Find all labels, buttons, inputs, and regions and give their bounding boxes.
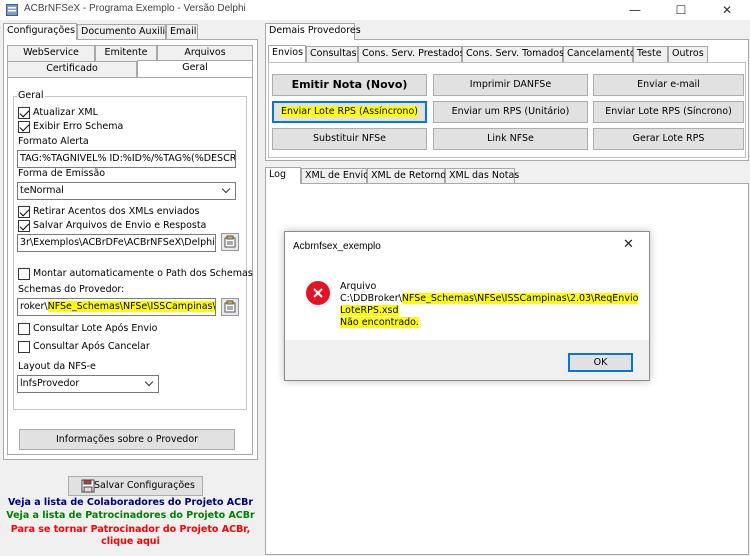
enviar-rps-unitario-button[interactable]: Enviar um RPS (Unitário) xyxy=(433,101,588,123)
dialog-file-name: LoteRPS.xsd xyxy=(340,305,399,316)
maximize-button[interactable]: ☐ xyxy=(658,0,704,20)
tab-outros[interactable]: Outros xyxy=(668,46,708,62)
geral-group-title: Geral xyxy=(17,90,45,101)
enviar-lote-assincrono-button[interactable]: Enviar Lote RPS (Assíncrono) xyxy=(272,101,427,123)
dialog-line-arquivo: Arquivo xyxy=(340,281,377,292)
chevron-down-icon xyxy=(144,377,154,387)
montar-path-checkbox[interactable] xyxy=(18,268,30,280)
tornar-patrocinador-link[interactable]: Para se tornar Patrocinador do Projeto A… xyxy=(3,524,258,535)
tab-xml-envio[interactable]: XML de Envio xyxy=(301,168,369,184)
tab-teste[interactable]: Teste xyxy=(633,46,668,62)
emitir-nota-button[interactable]: Emitir Nota (Novo) xyxy=(272,74,427,96)
tab-xml-notas[interactable]: XML das Notas xyxy=(445,168,519,184)
folder-icon xyxy=(224,300,236,313)
subtab-emitente[interactable]: Emitente xyxy=(95,45,157,61)
subtab-geral[interactable]: Geral xyxy=(137,60,253,77)
tab-log[interactable]: Log xyxy=(265,167,301,184)
layout-nfse-select[interactable]: lnfsProvedor xyxy=(17,375,159,393)
schemas-path-prefix: roker\ xyxy=(20,301,48,312)
tab-configuracoes[interactable]: Configurações xyxy=(3,23,77,40)
consultar-cancelar-checkbox[interactable] xyxy=(18,341,30,353)
dialog-path-highlight: NFSe_Schemas\NFSe\ISSCampinas\2.03\ReqEn… xyxy=(401,293,639,304)
window-title: ACBrNFSeX - Programa Exemplo - Versão De… xyxy=(24,3,246,14)
dialog-close-button[interactable]: ✕ xyxy=(623,237,634,252)
info-provedor-button[interactable]: Informações sobre o Provedor xyxy=(19,429,235,450)
montar-path-label: Montar automaticamente o Path dos Schema… xyxy=(33,268,253,279)
minimize-button[interactable]: — xyxy=(612,0,658,20)
forma-emissao-select[interactable]: teNormal xyxy=(17,182,236,200)
tab-email[interactable]: Email xyxy=(166,24,198,40)
salvar-configuracoes-label: Salvar Configurações xyxy=(94,480,195,491)
error-dialog: Acbrnfsex_exemplo ✕ Arquivo C:\DDBroker\… xyxy=(284,231,650,381)
substituir-nfse-button[interactable]: Substituir NFSe xyxy=(272,128,427,150)
consultar-lote-label: Consultar Lote Após Envio xyxy=(33,323,158,334)
title-bar: ACBrNFSeX - Programa Exemplo - Versão De… xyxy=(0,0,750,20)
gerar-lote-rps-button[interactable]: Gerar Lote RPS xyxy=(593,128,744,150)
browse-logs-button[interactable] xyxy=(221,233,239,251)
colaboradores-link[interactable]: Veja a lista de Colaboradores do Projeto… xyxy=(3,497,258,508)
tab-demais-provedores[interactable]: Demais Provedores xyxy=(265,23,361,40)
layout-nfse-value: lnfsProvedor xyxy=(20,378,80,389)
tab-consultas[interactable]: Consultas xyxy=(306,46,358,62)
schemas-path-input[interactable]: roker\NFSe_Schemas\NFSe\ISSCampinas\2.03 xyxy=(17,298,216,316)
dialog-path-prefix: C:\DDBroker\ xyxy=(340,293,402,304)
error-icon xyxy=(306,281,330,305)
formato-alerta-label: Formato Alerta xyxy=(18,136,89,147)
schemas-label: Schemas do Provedor: xyxy=(18,284,125,295)
schemas-path-highlight: NFSe_Schemas\NFSe\ISSCampinas\2.03 xyxy=(47,301,215,312)
patrocinadores-link[interactable]: Veja a lista de Patrocinadores do Projet… xyxy=(3,510,258,521)
formato-alerta-input[interactable]: TAG:%TAGNIVEL% ID:%ID%/%TAG%(%DESCRI xyxy=(17,150,236,168)
forma-emissao-value: teNormal xyxy=(20,185,64,196)
subtab-webservice[interactable]: WebService xyxy=(7,45,95,61)
tab-cons-serv-tomados[interactable]: Cons. Serv. Tomados xyxy=(462,46,564,62)
exibir-erro-schema-checkbox[interactable] xyxy=(18,121,30,133)
dialog-ok-button[interactable]: OK xyxy=(568,353,633,372)
imprimir-danfse-button[interactable]: Imprimir DANFSe xyxy=(433,74,588,96)
x-mark-icon xyxy=(313,288,323,298)
save-icon xyxy=(81,479,95,493)
retirar-acentos-checkbox[interactable] xyxy=(18,206,30,218)
browse-schemas-button[interactable] xyxy=(221,298,239,316)
dialog-line-status: Não encontrado. xyxy=(340,317,419,328)
dialog-line-path: C:\DDBroker\NFSe_Schemas\NFSe\ISSCampina… xyxy=(340,293,639,304)
logs-path-input[interactable]: 3r\Exemplos\ACBrDFe\ACBrNFSeX\Delphi\Log… xyxy=(17,234,216,252)
layout-nfse-label: Layout da NFS-e xyxy=(18,361,96,372)
tab-cancelamento[interactable]: Cancelamento xyxy=(563,46,636,62)
subtab-certificado[interactable]: Certificado xyxy=(7,61,137,77)
salvar-arquivos-checkbox[interactable] xyxy=(18,220,30,232)
clique-aqui-link[interactable]: clique aqui xyxy=(3,536,258,547)
enviar-lote-sincrono-button[interactable]: Enviar Lote RPS (Síncrono) xyxy=(593,101,744,123)
atualizar-xml-checkbox[interactable] xyxy=(18,107,30,119)
exibir-erro-schema-label: Exibir Erro Schema xyxy=(33,121,124,132)
enviar-lote-assincrono-label: Enviar Lote RPS (Assíncrono) xyxy=(281,106,418,117)
subtab-arquivos[interactable]: Arquivos xyxy=(157,45,253,61)
salvar-configuracoes-button[interactable]: Salvar Configurações xyxy=(68,476,203,496)
salvar-arquivos-label: Salvar Arquivos de Envio e Resposta xyxy=(33,220,207,231)
tab-xml-retorno[interactable]: XML de Retorno xyxy=(367,168,446,184)
atualizar-xml-label: Atualizar XML xyxy=(33,107,98,118)
consultar-cancelar-label: Consultar Após Cancelar xyxy=(33,341,150,352)
consultar-lote-checkbox[interactable] xyxy=(18,323,30,335)
link-nfse-button[interactable]: Link NFSe xyxy=(433,128,588,150)
tab-documento-auxiliar[interactable]: Documento Auxiliar xyxy=(77,24,175,40)
app-icon xyxy=(6,4,18,16)
tab-envios[interactable]: Envios xyxy=(268,45,306,62)
forma-emissao-label: Forma de Emissão xyxy=(18,168,106,179)
dialog-title: Acbrnfsex_exemplo xyxy=(293,241,381,252)
close-window-button[interactable]: ✕ xyxy=(704,0,750,20)
enviar-email-button[interactable]: Enviar e-mail xyxy=(593,74,744,96)
dialog-status-text: Não encontrado. xyxy=(340,317,419,328)
retirar-acentos-label: Retirar Acentos dos XMLs enviados xyxy=(33,206,200,217)
tab-cons-serv-prestados[interactable]: Cons. Serv. Prestados xyxy=(358,46,465,62)
dialog-line-file: LoteRPS.xsd xyxy=(340,305,399,316)
chevron-down-icon xyxy=(221,184,231,194)
folder-icon xyxy=(224,235,236,248)
